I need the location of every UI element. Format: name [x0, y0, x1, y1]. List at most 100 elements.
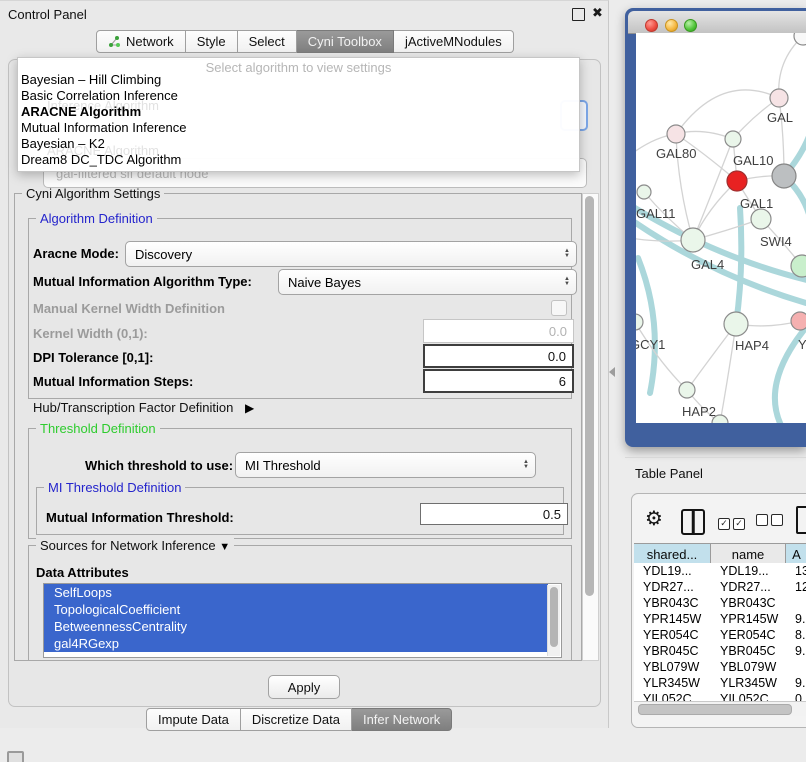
table-row[interactable]: YIL052CYIL052C0	[634, 691, 806, 701]
dpi-tolerance-field[interactable]: 0.0	[423, 344, 574, 368]
network-node[interactable]	[667, 125, 685, 143]
network-node[interactable]	[772, 164, 796, 188]
scrollbar-thumb[interactable]	[638, 704, 792, 715]
attribute-list-item[interactable]: gal4RGexp	[44, 635, 548, 652]
mi-algorithm-type-combo[interactable]: Naive Bayes ▲▼	[278, 269, 577, 295]
control-panel-titlebar[interactable]: Control Panel ✖	[0, 1, 608, 27]
kernel-width-field[interactable]: 0.0	[423, 319, 574, 343]
network-node-label: GAL80	[656, 146, 696, 161]
collapsed-panel-icon[interactable]	[7, 751, 24, 762]
mi-steps-field[interactable]: 6	[423, 369, 574, 393]
tab-label: Select	[249, 34, 285, 49]
network-canvas[interactable]: GALGAL80GAL10GAL1SWI4GAL11GAL4GCY1HAP4YH…	[636, 33, 806, 423]
tab-network[interactable]: Network	[96, 30, 186, 53]
which-threshold-combo[interactable]: MI Threshold ▲▼	[235, 452, 536, 478]
tab-select[interactable]: Select	[238, 30, 297, 53]
checked-pair-icon[interactable]: ✓✓	[718, 514, 748, 530]
network-node[interactable]	[727, 171, 747, 191]
hub-definition-label: Hub/Transcription Factor Definition	[33, 400, 233, 415]
apply-button[interactable]: Apply	[268, 675, 340, 699]
traffic-light-zoom-icon[interactable]	[684, 19, 697, 32]
algorithm-option[interactable]: ARACNE Algorithm	[18, 104, 579, 120]
data-attributes-list[interactable]: SelfLoopsTopologicalCoefficientBetweenne…	[43, 583, 562, 658]
algorithm-option[interactable]: Basic Correlation Inference	[18, 88, 579, 104]
table-row[interactable]: YBR043CYBR043C	[634, 595, 806, 611]
attribute-list-item[interactable]: SelfLoops	[44, 584, 548, 601]
network-edge[interactable]	[779, 36, 803, 98]
spinner-arrows-icon: ▲▼	[564, 249, 570, 259]
traffic-light-close-icon[interactable]	[645, 19, 658, 32]
table-row[interactable]: YLR345WYLR345W9.	[634, 675, 806, 691]
algorithm-option[interactable]: Mutual Information Inference	[18, 120, 579, 136]
table-cell: 13	[786, 564, 806, 578]
float-window-icon[interactable]	[572, 8, 585, 21]
attribute-list-item[interactable]: TopologicalCoefficient	[44, 601, 548, 618]
table-row[interactable]: YPR145WYPR145W9.	[634, 611, 806, 627]
table-cell: 8.	[786, 628, 806, 642]
network-node[interactable]	[791, 312, 806, 330]
network-node[interactable]	[724, 312, 748, 336]
close-icon[interactable]: ✖	[592, 5, 603, 21]
network-edge[interactable]	[676, 90, 779, 134]
algorithm-option[interactable]: Bayesian – Hill Climbing	[18, 72, 579, 88]
attribute-list-item[interactable]: BetweennessCentrality	[44, 618, 548, 635]
tab-discretize-data[interactable]: Discretize Data	[241, 708, 352, 731]
table-row[interactable]: YER054CYER054C8.	[634, 627, 806, 643]
network-node-label: GAL1	[740, 196, 773, 211]
network-node[interactable]	[637, 185, 651, 199]
scrollbar-thumb[interactable]	[550, 587, 558, 647]
settings-scrollbar[interactable]	[582, 193, 599, 661]
table-cell: YDR27...	[634, 580, 711, 594]
tab-impute-data[interactable]: Impute Data	[146, 708, 241, 731]
network-edge[interactable]	[636, 322, 687, 390]
table-cell: YDR27...	[711, 580, 786, 594]
hub-definition-toggle[interactable]: Hub/Transcription Factor Definition ▶	[33, 400, 254, 415]
network-edge[interactable]	[693, 139, 733, 240]
split-pane-collapse-handle[interactable]	[609, 367, 615, 377]
network-node[interactable]	[681, 228, 705, 252]
algorithm-option[interactable]: Dream8 DC_TDC Algorithm	[18, 152, 579, 168]
document-icon[interactable]	[796, 506, 806, 534]
network-node[interactable]	[679, 382, 695, 398]
tab-style[interactable]: Style	[186, 30, 238, 53]
tab-label: Network	[126, 34, 174, 49]
scrollbar-thumb[interactable]	[585, 196, 594, 596]
network-node-label: HAP2	[682, 404, 716, 419]
mi-threshold-value: 0.5	[543, 507, 561, 522]
network-view-window[interactable]: GALGAL80GAL10GAL1SWI4GAL11GAL4GCY1HAP4YH…	[625, 8, 806, 447]
aracne-mode-combo[interactable]: Discovery ▲▼	[125, 241, 577, 267]
network-node[interactable]	[725, 131, 741, 147]
algorithm-option[interactable]: Bayesian – K2	[18, 136, 579, 152]
network-node[interactable]	[770, 89, 788, 107]
column-header-shared-name[interactable]: shared...	[634, 544, 711, 564]
table-row[interactable]: YBR045CYBR045C9.	[634, 643, 806, 659]
network-edge[interactable]	[775, 318, 806, 423]
table-cell: YBR045C	[711, 644, 786, 658]
sources-group-title[interactable]: Sources for Network Inference ▼	[36, 538, 234, 553]
unchecked-pair-icon[interactable]	[756, 514, 786, 529]
manual-kernel-checkbox[interactable]	[551, 300, 567, 316]
attributes-list-scrollbar[interactable]	[547, 585, 560, 656]
network-node[interactable]	[636, 314, 643, 330]
traffic-light-minimize-icon[interactable]	[665, 19, 678, 32]
tab-cyni-toolbox[interactable]: Cyni Toolbox	[297, 30, 394, 53]
mi-threshold-field[interactable]: 0.5	[420, 503, 568, 525]
split-columns-icon[interactable]	[681, 509, 705, 535]
column-header-name[interactable]: name	[711, 544, 786, 564]
table-horizontal-scrollbar[interactable]	[634, 701, 806, 716]
tab-infer-network[interactable]: Infer Network	[352, 708, 452, 731]
gear-icon[interactable]: ⚙	[645, 506, 663, 531]
network-edge[interactable]	[720, 324, 736, 423]
table-row[interactable]: YDR27...YDR27...12	[634, 579, 806, 595]
tab-label: Discretize Data	[252, 712, 340, 727]
table-row[interactable]: YBL079WYBL079W	[634, 659, 806, 675]
network-window-titlebar[interactable]	[628, 11, 806, 34]
table-header-row: shared... name A	[634, 543, 806, 565]
table-row[interactable]: YDL19...YDL19...13	[634, 563, 806, 579]
column-header-third[interactable]: A	[786, 544, 806, 564]
network-icon	[108, 35, 121, 48]
tab-jactivemnodules[interactable]: jActiveMNodules	[394, 30, 514, 53]
network-node-label: GAL11	[636, 206, 676, 221]
network-node[interactable]	[751, 209, 771, 229]
sources-title-text: Sources for Network Inference	[40, 538, 216, 553]
